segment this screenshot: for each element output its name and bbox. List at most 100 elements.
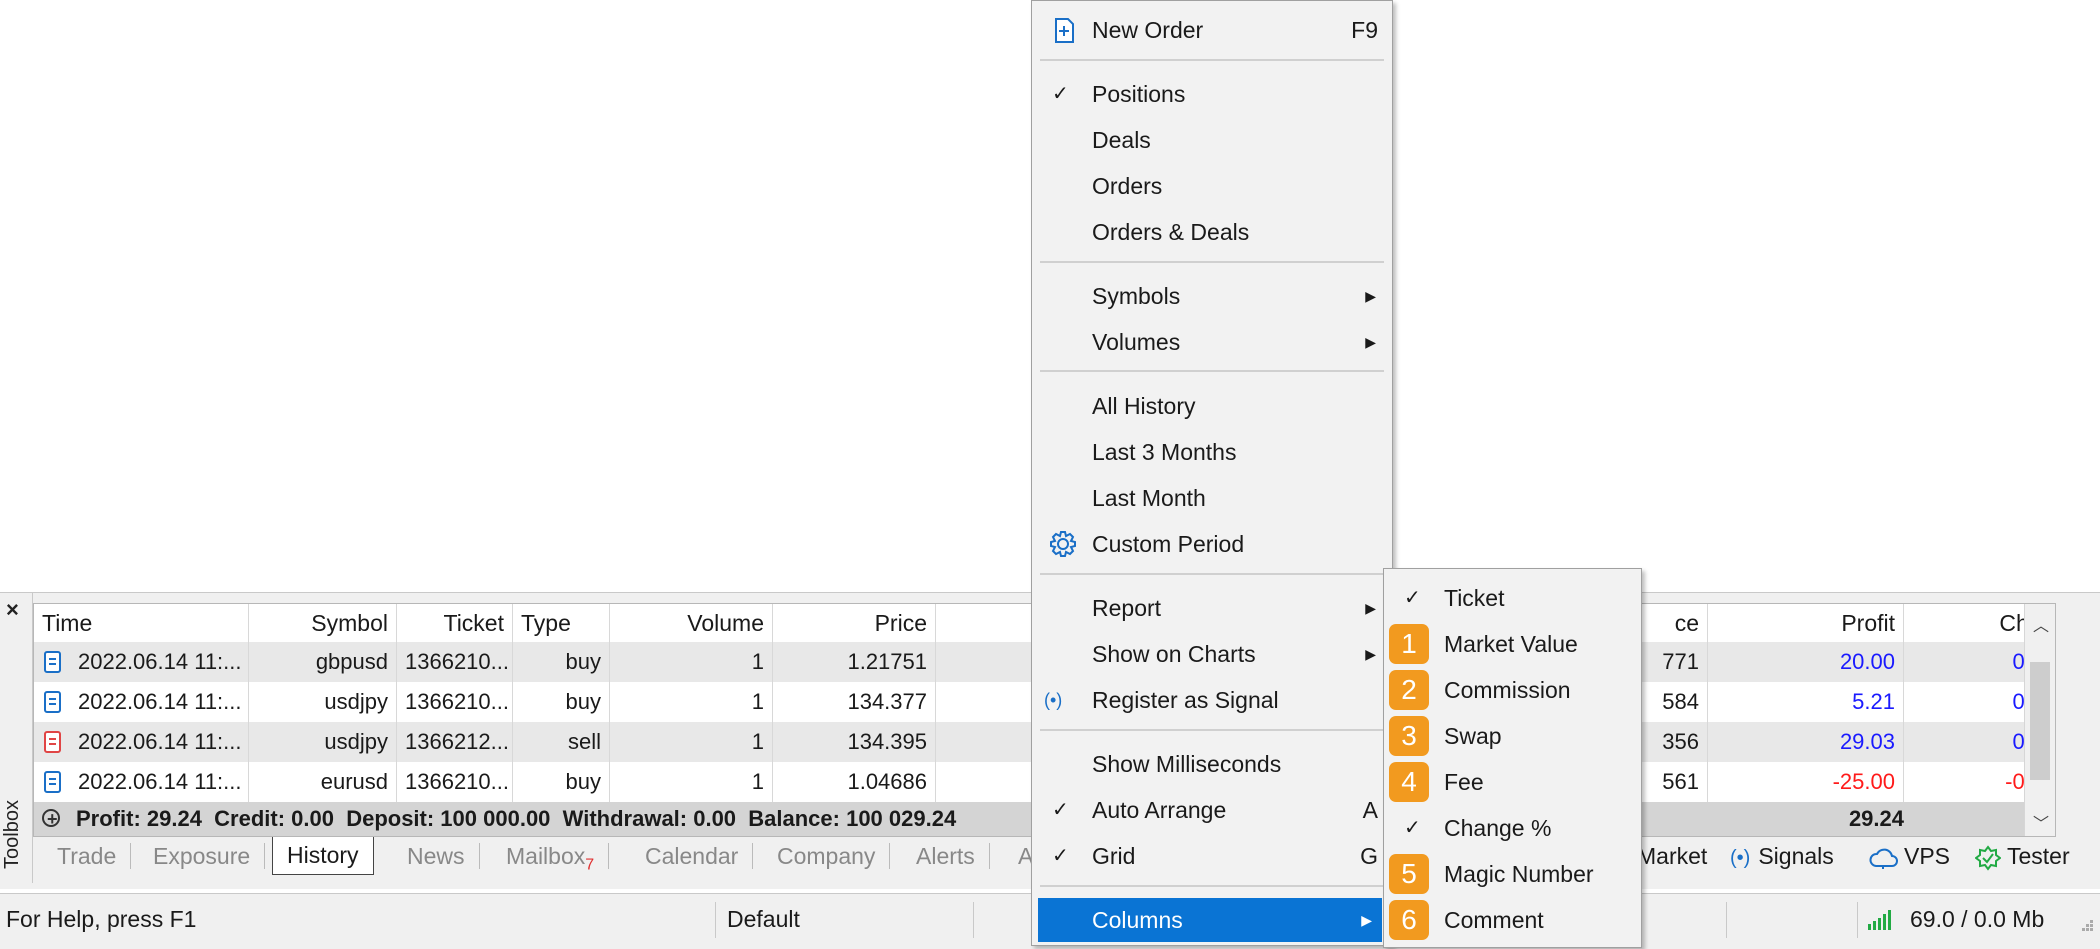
menu-item-last-3-months[interactable]: Last 3 Months [1032, 430, 1392, 474]
submenu-item-market-value[interactable]: 1 Market Value [1384, 622, 1641, 666]
menu-label: Custom Period [1092, 531, 1245, 557]
menu-item-positions[interactable]: ✓ Positions [1032, 72, 1392, 116]
submenu-item-magic-number[interactable]: 5 Magic Number [1384, 852, 1641, 896]
context-menu: New Order F9 ✓ Positions Deals Orders Or… [1031, 0, 1393, 946]
menu-item-register-signal[interactable]: (•) Register as Signal [1032, 678, 1392, 722]
submenu-item-change-percent[interactable]: ✓ Change % [1384, 806, 1641, 850]
tab-tester[interactable]: Tester [1975, 837, 2070, 875]
menu-label: Columns [1092, 907, 1183, 933]
column-header-type[interactable]: Type [513, 604, 610, 642]
submenu-label: Commission [1444, 677, 1571, 703]
new-order-icon [1053, 18, 1075, 44]
menu-shortcut: F9 [1351, 17, 1378, 43]
menu-label: Symbols [1092, 283, 1181, 309]
menu-item-last-month[interactable]: Last Month [1032, 476, 1392, 520]
buy-order-icon [44, 691, 61, 713]
menu-label: Last 3 Months [1092, 439, 1237, 465]
tab-calendar[interactable]: Calendar [631, 843, 754, 869]
tab-exposure[interactable]: Exposure [139, 843, 266, 869]
menu-item-grid[interactable]: ✓ Grid G [1032, 834, 1392, 878]
summary-profit: 29.24 [1848, 806, 1904, 831]
tab-news[interactable]: News [393, 843, 480, 869]
menu-item-orders[interactable]: Orders [1032, 164, 1392, 208]
status-divider [1726, 902, 1727, 938]
submenu-item-fee[interactable]: 4 Fee [1384, 760, 1641, 804]
scrollbar-thumb[interactable] [2030, 662, 2050, 780]
column-header-volume[interactable]: Volume [610, 604, 773, 642]
menu-item-volumes[interactable]: Volumes ▶ [1032, 320, 1392, 364]
menu-item-deals[interactable]: Deals [1032, 118, 1392, 162]
tab-company[interactable]: Company [763, 843, 891, 869]
submenu-item-commission[interactable]: 2 Commission [1384, 668, 1641, 712]
status-divider [715, 902, 716, 938]
submenu-item-ticket[interactable]: ✓ Ticket [1384, 576, 1641, 620]
callout-number-badge: 6 [1389, 900, 1429, 940]
menu-item-all-history[interactable]: All History [1032, 384, 1392, 428]
menu-item-columns[interactable]: Columns ▶ [1038, 898, 1382, 942]
status-divider [973, 902, 974, 938]
menu-item-new-order[interactable]: New Order F9 [1032, 8, 1392, 52]
scroll-down-icon[interactable]: ﹀ [2033, 810, 2049, 834]
vertical-scrollbar[interactable]: ︿ ﹀ [2024, 604, 2055, 836]
menu-label: Last Month [1092, 485, 1206, 511]
cell-profit: -25.00 [1708, 762, 1904, 802]
column-header-price[interactable]: Price [773, 604, 936, 642]
callout-number-badge: 2 [1389, 670, 1429, 710]
menu-label: Positions [1092, 81, 1186, 107]
column-header-time[interactable]: Time [34, 604, 249, 642]
check-icon: ✓ [1404, 587, 1421, 609]
cell-time: 2022.06.14 11:... [70, 642, 249, 682]
cell-symbol: gbpusd [249, 642, 397, 682]
scroll-up-icon[interactable]: ︿ [2033, 612, 2049, 636]
column-header-ticket[interactable]: Ticket [397, 604, 513, 642]
mailbox-count-badge: 7 [585, 856, 595, 874]
submenu-label: Swap [1444, 723, 1502, 749]
tab-mailbox[interactable]: Mailbox7 [492, 843, 610, 874]
menu-separator [1040, 729, 1384, 731]
menu-label: Report [1092, 595, 1162, 621]
toolbox-label: Toolbox [0, 800, 23, 869]
check-icon: ✓ [1404, 817, 1421, 839]
menu-separator [1040, 573, 1384, 575]
cell-symbol: usdjpy [249, 722, 397, 762]
tab-market[interactable]: Market [1637, 837, 1707, 875]
menu-item-show-milliseconds[interactable]: Show Milliseconds [1032, 742, 1392, 786]
resize-grip-icon[interactable] [2076, 916, 2094, 934]
status-divider [1857, 902, 1858, 938]
connection-bars-icon [1868, 910, 1894, 930]
tab-signals[interactable]: (•) Signals [1730, 837, 1834, 875]
menu-item-report[interactable]: Report ▶ [1032, 586, 1392, 630]
menu-label: Deals [1092, 127, 1151, 153]
menu-item-orders-deals[interactable]: Orders & Deals [1032, 210, 1392, 254]
tab-trade[interactable]: Trade [43, 843, 132, 869]
column-header-symbol[interactable]: Symbol [249, 604, 397, 642]
menu-item-auto-arrange[interactable]: ✓ Auto Arrange A [1032, 788, 1392, 832]
callout-number-badge: 4 [1389, 762, 1429, 802]
menu-item-show-on-charts[interactable]: Show on Charts ▶ [1032, 632, 1392, 676]
submenu-arrow-icon: ▶ [1365, 646, 1376, 662]
tab-vps[interactable]: VPS [1868, 837, 1950, 875]
callout-number-badge: 3 [1389, 716, 1429, 756]
tab-alerts[interactable]: Alerts [902, 843, 990, 869]
menu-item-symbols[interactable]: Symbols ▶ [1032, 274, 1392, 318]
column-header-profit[interactable]: Profit [1708, 604, 1904, 642]
cell-symbol: usdjpy [249, 682, 397, 722]
tab-mailbox-label: Mailbox [506, 843, 586, 869]
tab-history[interactable]: History [272, 837, 374, 875]
toolbox-strip: × Toolbox [0, 593, 33, 883]
menu-label: Auto Arrange [1092, 797, 1227, 823]
cell-ticket: 1366210... [397, 642, 513, 682]
cell-profit: 5.21 [1708, 682, 1904, 722]
cell-time: 2022.06.14 11:... [70, 682, 249, 722]
tester-icon [1975, 845, 2001, 871]
menu-item-custom-period[interactable]: Custom Period [1032, 522, 1392, 566]
buy-order-icon [44, 771, 61, 793]
cell-price: 1.21751 [773, 642, 936, 682]
submenu-label: Fee [1444, 769, 1484, 795]
submenu-item-comment[interactable]: 6 Comment [1384, 898, 1641, 942]
menu-label: Register as Signal [1092, 687, 1279, 713]
submenu-label: Change % [1444, 815, 1552, 841]
close-icon[interactable]: × [6, 597, 19, 623]
cell-symbol: eurusd [249, 762, 397, 802]
submenu-item-swap[interactable]: 3 Swap [1384, 714, 1641, 758]
